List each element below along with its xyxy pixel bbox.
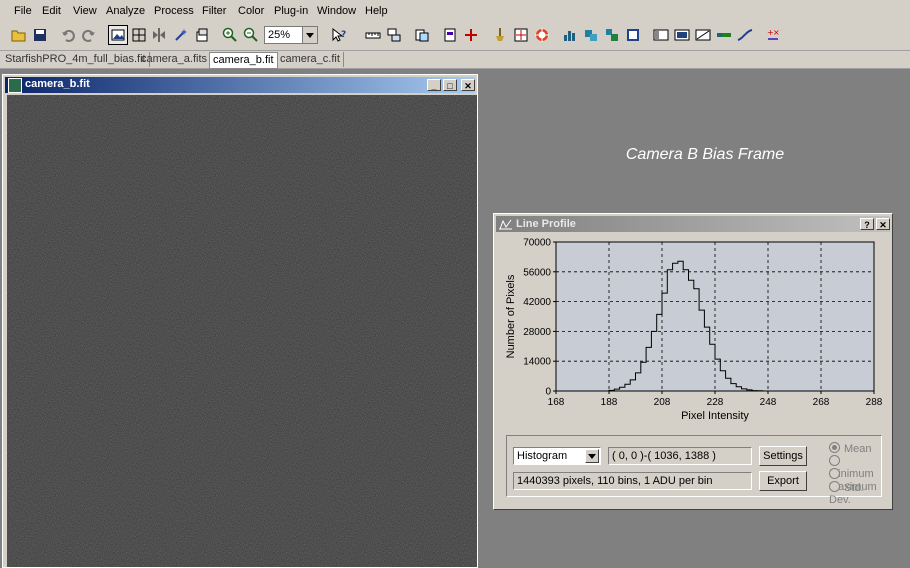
menu-filter[interactable]: Filter <box>202 5 226 17</box>
radio-mean[interactable]: Mean <box>829 442 872 455</box>
menu-plugin[interactable]: Plug-in <box>274 5 308 17</box>
line-profile-title: Line Profile <box>516 218 576 230</box>
panel1-icon[interactable] <box>652 26 670 44</box>
y-tick-label: 42000 <box>523 297 551 308</box>
line-profile-titlebar[interactable]: Line Profile ? ✕ <box>496 216 890 232</box>
box2-icon[interactable] <box>603 26 621 44</box>
tab-starfish[interactable]: StarfishPRO_4m_full_bias.fit <box>2 52 150 67</box>
document-tabs: StarfishPRO_4m_full_bias.fit camera_a.fi… <box>0 51 910 69</box>
y-tick-label: 0 <box>545 387 551 398</box>
bar-chart-icon[interactable] <box>561 26 579 44</box>
target-icon[interactable] <box>533 26 551 44</box>
panel2-icon[interactable] <box>673 26 691 44</box>
page-icon[interactable] <box>441 26 459 44</box>
toolbar: ? + × <box>0 22 910 51</box>
chevron-down-icon[interactable] <box>585 449 599 463</box>
dash-icon[interactable] <box>715 26 733 44</box>
box1-icon[interactable] <box>582 26 600 44</box>
tab-camera-a[interactable]: camera_a.fits <box>138 52 212 67</box>
histogram-chart: 168 188 208 228 248 268 288 0 14000 28000 42000 560… <box>505 238 883 423</box>
zoom-in-icon[interactable] <box>221 26 239 44</box>
region-field: ( 0, 0 )-( 1036, 1388 ) <box>608 447 752 465</box>
pin-icon[interactable] <box>491 26 509 44</box>
x-tick-label: 288 <box>866 397 883 408</box>
menu-view[interactable]: View <box>73 5 97 17</box>
menu-window[interactable]: Window <box>317 5 356 17</box>
star-icon[interactable] <box>512 26 530 44</box>
copy-icon[interactable] <box>413 26 431 44</box>
menu-help[interactable]: Help <box>365 5 388 17</box>
zoom-select[interactable]: 25% <box>264 26 318 44</box>
mode-value: Histogram <box>517 450 568 462</box>
crosshair-icon[interactable] <box>130 26 148 44</box>
menu-process[interactable]: Process <box>154 5 194 17</box>
x-tick-label: 248 <box>760 397 777 408</box>
image-canvas[interactable] <box>7 95 477 567</box>
summary-field: 1440393 pixels, 110 bins, 1 ADU per bin <box>513 472 752 490</box>
x-tick-label: 208 <box>654 397 671 408</box>
image-window[interactable]: camera_b.fit _ □ ✕ <box>2 74 478 568</box>
menu-bar: File Edit View Analyze Process Filter Co… <box>0 0 910 22</box>
tab-camera-c[interactable]: camera_c.fit <box>277 52 344 67</box>
app-icon <box>8 78 22 93</box>
image-window-title: camera_b.fit <box>25 78 90 90</box>
select-icon[interactable] <box>108 25 128 45</box>
menu-file[interactable]: File <box>14 5 32 17</box>
layers-icon[interactable] <box>385 26 403 44</box>
flip-icon[interactable] <box>150 26 168 44</box>
y-tick-label: 56000 <box>523 267 551 278</box>
x-tick-label: 168 <box>548 397 565 408</box>
settings-button[interactable]: Settings <box>759 446 807 466</box>
close-button[interactable]: ✕ <box>876 218 890 230</box>
help-cursor-icon[interactable]: ? <box>330 26 348 44</box>
zoom-out-icon[interactable] <box>242 26 260 44</box>
maximize-button[interactable]: □ <box>443 79 457 91</box>
ruler-icon[interactable] <box>364 26 382 44</box>
radio-dot <box>829 468 840 479</box>
wand-icon[interactable] <box>172 26 190 44</box>
radio-dot <box>829 442 840 453</box>
svg-text:?: ? <box>341 30 346 40</box>
mode-select[interactable]: Histogram <box>513 447 601 465</box>
redo-icon[interactable] <box>80 26 98 44</box>
profile-controls: Histogram ( 0, 0 )-( 1036, 1388 ) 144039… <box>506 435 882 506</box>
open-icon[interactable] <box>10 26 28 44</box>
line-profile-window[interactable]: Line Profile ? ✕ 168 188 208 228 248 268 288 0 1… <box>493 213 893 510</box>
adjust-icon[interactable] <box>193 26 211 44</box>
minimize-button[interactable]: _ <box>427 79 441 91</box>
radio-std-dev[interactable]: Std. Dev. <box>829 481 881 506</box>
chevron-down-icon[interactable] <box>302 27 317 43</box>
radio-dot <box>829 481 840 492</box>
help-button[interactable]: ? <box>860 218 874 230</box>
curve-icon[interactable] <box>736 26 754 44</box>
panel3-icon[interactable] <box>694 26 712 44</box>
chart-icon <box>499 219 512 230</box>
image-window-titlebar[interactable]: camera_b.fit _ □ ✕ <box>5 77 475 93</box>
undo-icon[interactable] <box>59 26 77 44</box>
x-axis-label: Pixel Intensity <box>681 410 749 422</box>
svg-text:×: × <box>773 28 780 37</box>
frame-caption: Camera B Bias Frame <box>625 146 785 163</box>
radio-dot <box>829 455 840 466</box>
cross-icon[interactable] <box>462 26 480 44</box>
close-button[interactable]: ✕ <box>461 79 475 91</box>
menu-edit[interactable]: Edit <box>42 5 61 17</box>
plusminus-icon[interactable]: + × <box>764 26 782 44</box>
x-tick-label: 188 <box>601 397 618 408</box>
zoom-value: 25% <box>268 29 291 41</box>
square-icon[interactable] <box>624 26 642 44</box>
x-tick-label: 268 <box>813 397 830 408</box>
y-tick-label: 14000 <box>523 357 551 368</box>
y-tick-label: 28000 <box>523 327 551 338</box>
save-icon[interactable] <box>31 26 49 44</box>
y-axis-label: Number of Pixels <box>505 274 517 358</box>
x-tick-label: 228 <box>707 397 724 408</box>
y-tick-label: 70000 <box>523 238 551 249</box>
tab-camera-b[interactable]: camera_b.fit <box>209 52 278 69</box>
export-button[interactable]: Export <box>759 471 807 491</box>
menu-color[interactable]: Color <box>238 5 264 17</box>
radio-mean-label: Mean <box>844 443 872 455</box>
menu-analyze[interactable]: Analyze <box>106 5 145 17</box>
